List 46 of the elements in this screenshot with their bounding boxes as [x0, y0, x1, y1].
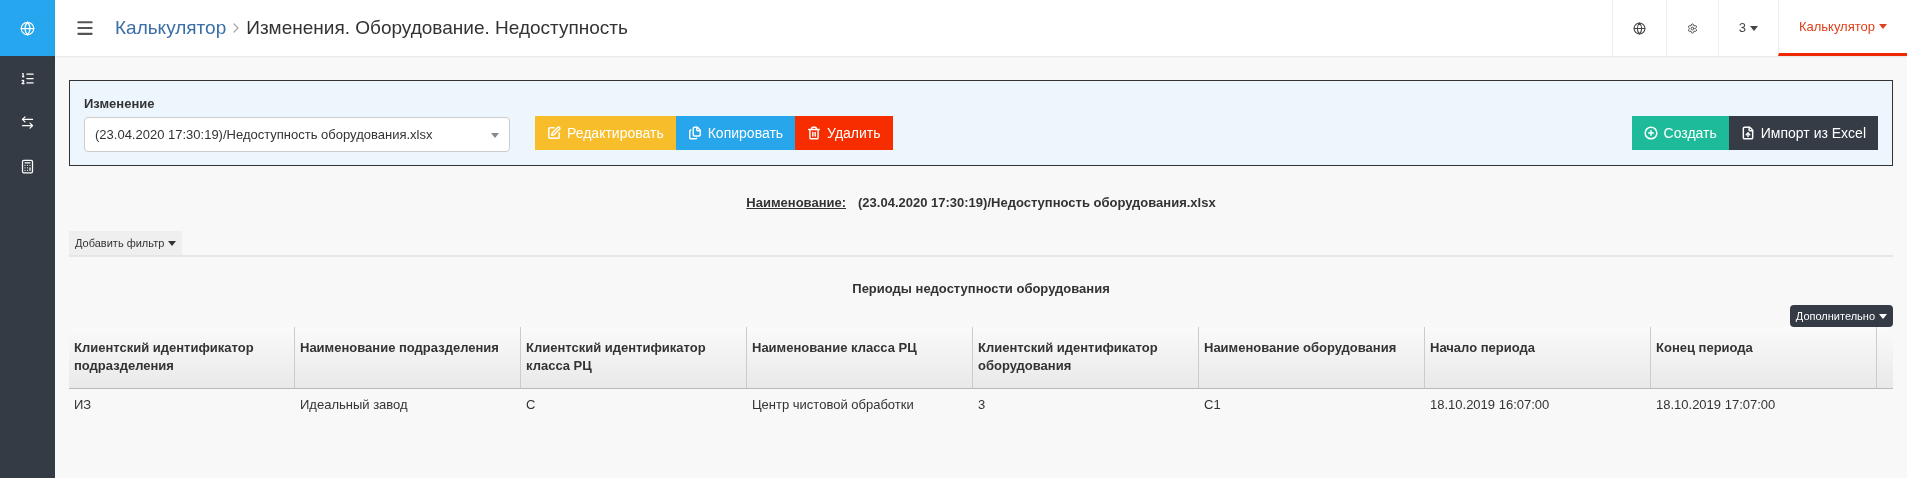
column-header[interactable]: Начало периода	[1425, 327, 1651, 388]
add-filter-button[interactable]: Добавить фильтр	[69, 230, 183, 255]
table-cell-text: С	[525, 396, 537, 415]
nav-menu[interactable]: 3	[1717, 0, 1778, 56]
column-header[interactable]: Наименование оборудования	[1199, 327, 1425, 388]
calculator-icon	[20, 158, 35, 174]
field-label: Изменение	[84, 94, 156, 113]
plus-icon	[1643, 126, 1658, 140]
caret-icon	[1749, 25, 1758, 31]
name-label: Наименование:	[746, 194, 847, 212]
nav-menu[interactable]: Калькулятор	[1777, 0, 1907, 56]
trash-icon	[807, 126, 822, 140]
page-title: Изменения. Оборудование. Недоступность	[246, 15, 628, 40]
arrows-icon	[20, 114, 35, 130]
globe-icon	[20, 20, 35, 36]
more-button[interactable]: Дополнительно	[1789, 304, 1893, 327]
table-cell-text: 3	[977, 396, 987, 415]
file-icon	[1740, 126, 1755, 140]
breadcrumb-link[interactable]: Калькулятор	[115, 13, 227, 43]
list-icon	[20, 70, 35, 86]
globe-icon	[1632, 21, 1646, 35]
column-header[interactable]: Клиентский идентификатор класса РЦ	[521, 327, 747, 388]
change-select[interactable]: (23.04.2020 17:30:19)/Недоступность оборудования.xlsx	[84, 117, 510, 153]
edit-icon	[547, 126, 561, 140]
menu-icon[interactable]	[75, 18, 95, 38]
table-cell-text: Идеальный завод	[299, 396, 409, 415]
table-title: Периоды недоступности оборудования	[852, 280, 1110, 298]
table-cell-text: 18.10.2019 16:07:00	[1429, 396, 1551, 415]
column-header[interactable]: Клиентский идентификатор оборудования	[973, 327, 1199, 388]
name-value: (23.04.2020 17:30:19)/Недоступность оборудования.xlsx	[858, 194, 1216, 212]
table-cell-text: Центр чистовой обработки	[751, 396, 915, 415]
delete-button[interactable]: Удалить	[795, 116, 893, 150]
caret-icon	[1879, 24, 1887, 29]
copy-icon	[687, 126, 702, 140]
import-button[interactable]: Импорт из Excel	[1728, 116, 1878, 150]
table-cell-text: С1	[1203, 396, 1222, 415]
table-cell-text: 18.10.2019 17:07:00	[1655, 396, 1777, 415]
caret-icon	[491, 133, 499, 139]
column-header[interactable]: Конец периода	[1651, 327, 1877, 388]
caret-icon	[1879, 314, 1887, 320]
table-cell-text: ИЗ	[73, 396, 93, 415]
caret-icon	[168, 241, 177, 247]
column-header[interactable]: Наименование класса РЦ	[747, 327, 973, 388]
column-header[interactable]: Клиентский идентификатор подразделения	[69, 327, 295, 388]
column-header[interactable]: Наименование подразделения	[295, 327, 521, 388]
settings-icon	[1686, 21, 1698, 35]
